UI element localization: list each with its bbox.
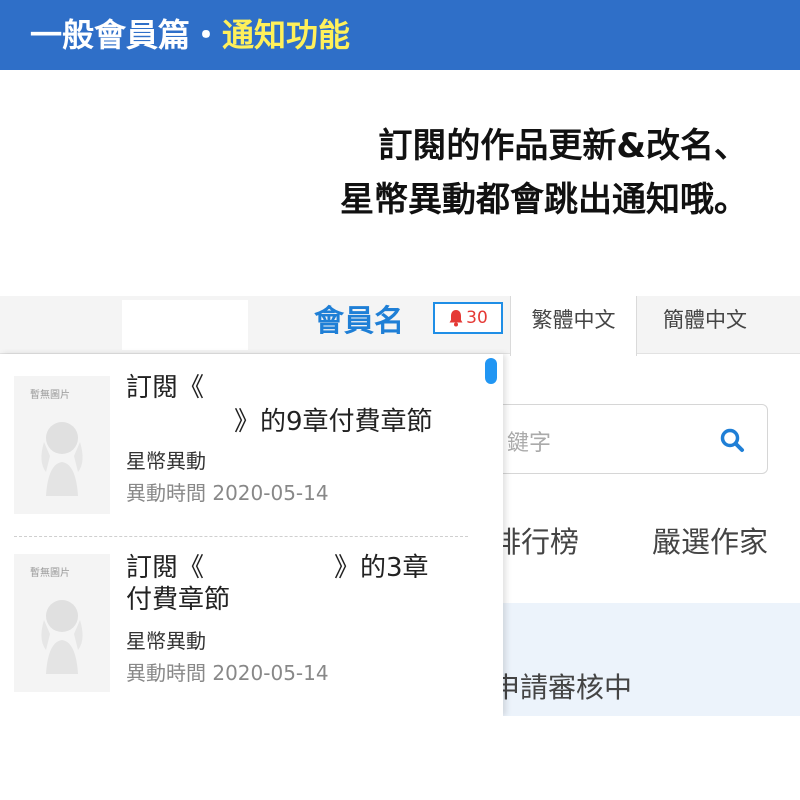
search-placeholder: 鍵字 xyxy=(507,431,552,456)
tab-traditional-chinese[interactable]: 繁體中文 xyxy=(510,296,637,356)
search-input[interactable]: 鍵字 xyxy=(490,404,768,474)
notification-button[interactable]: 30 xyxy=(433,302,503,334)
tab-simplified-chinese[interactable]: 簡體中文 xyxy=(640,296,770,354)
top-bar: 會員名 30 繁體中文 簡體中文 xyxy=(0,296,800,356)
notification-title-end: 付費章節 xyxy=(126,585,231,615)
placeholder-character-icon xyxy=(41,422,83,496)
scrollbar-thumb[interactable] xyxy=(485,358,497,384)
work-thumbnail: 暫無圖片 xyxy=(14,376,110,514)
notification-title-start: 訂閱《 xyxy=(126,373,205,403)
notification-time: 異動時間 2020-05-14 xyxy=(126,661,329,685)
banner-title-feature: 通知功能 xyxy=(222,16,351,54)
search-icon[interactable] xyxy=(719,427,745,453)
nav-ranking[interactable]: 排行榜 xyxy=(492,524,579,560)
nav-featured-authors[interactable]: 嚴選作家 xyxy=(652,524,768,560)
notification-type: 星幣異動 xyxy=(126,629,206,653)
notification-item[interactable]: 暫無圖片 訂閱《 》的3章 付費章節 星幣異動 異動時間 2020-05-14 xyxy=(14,550,468,716)
status-applying: 申請審核中 xyxy=(492,671,633,704)
notification-type: 星幣異動 xyxy=(126,449,206,473)
notification-title-start: 訂閱《 xyxy=(126,553,205,583)
list-divider xyxy=(14,536,468,537)
thumbnail-label: 暫無圖片 xyxy=(30,390,70,401)
banner-title: 一般會員篇・通知功能 xyxy=(30,16,350,54)
caption-line-2: 星幣異動都會跳出通知哦。 xyxy=(340,180,748,220)
notification-count: 30 xyxy=(466,308,488,328)
site-screenshot: 會員名 30 繁體中文 簡體中文 鍵字 排行榜 嚴選作家 申請審核中 暫無圖片 xyxy=(0,296,800,716)
member-name-link[interactable]: 會員名 xyxy=(314,302,404,342)
notification-time: 異動時間 2020-05-14 xyxy=(126,481,329,505)
notification-item[interactable]: 暫無圖片 訂閱《 》的9章付費章節 星幣異動 異動時間 2020-05-14 xyxy=(14,372,468,532)
header-banner: 一般會員篇・通知功能 xyxy=(0,0,800,70)
notification-title-end: 》的9章付費章節 xyxy=(234,407,433,437)
thumbnail-label: 暫無圖片 xyxy=(30,568,70,579)
notification-dropdown: 暫無圖片 訂閱《 》的9章付費章節 星幣異動 異動時間 2020-05-14 暫… xyxy=(0,354,503,716)
notification-title-middle: 》的3章 xyxy=(334,553,429,583)
work-thumbnail: 暫無圖片 xyxy=(14,554,110,692)
placeholder-character-icon xyxy=(41,600,83,674)
bell-icon xyxy=(449,310,463,327)
banner-title-separator: ・ xyxy=(190,16,223,54)
banner-title-section: 一般會員篇 xyxy=(30,16,191,54)
caption-line-1: 訂閱的作品更新&改名、 xyxy=(378,126,748,166)
site-logo-placeholder xyxy=(122,300,248,350)
